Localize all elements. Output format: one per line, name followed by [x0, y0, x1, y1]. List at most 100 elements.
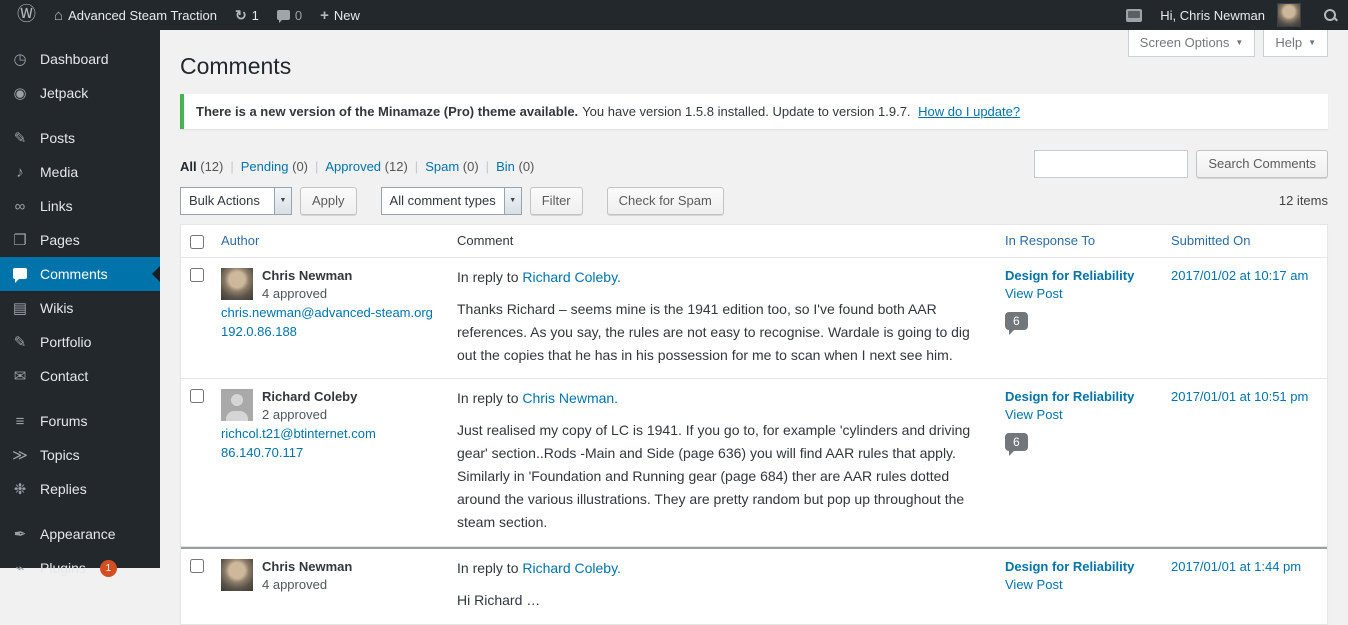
table-row: Chris Newman 4 approved chris.newman@adv… [181, 258, 1327, 380]
screen-icon [1126, 8, 1143, 22]
filter-all[interactable]: All [180, 159, 197, 174]
row-checkbox[interactable] [190, 559, 204, 574]
avatar [221, 389, 253, 422]
jetpack-icon: ◉ [13, 85, 27, 102]
sidebar-item-pages[interactable]: ❐ Pages [0, 223, 160, 257]
comment-types-select[interactable]: All comment types ▼ [380, 186, 522, 215]
filter-bin[interactable]: Bin [496, 159, 515, 174]
menu-separator [0, 393, 160, 404]
home-icon: ⌂ [54, 6, 64, 24]
dashboard-icon: ◷ [13, 51, 27, 68]
comment-count-bubble[interactable]: 6 [1005, 433, 1028, 457]
submitted-date-link[interactable]: 2017/01/01 at 10:51 pm [1171, 389, 1308, 404]
submitted-date-link[interactable]: 2017/01/02 at 10:17 am [1171, 268, 1308, 283]
my-account-link[interactable]: Hi, Chris Newman [1151, 0, 1310, 30]
sidebar-item-topics[interactable]: ≫ Topics [0, 438, 160, 472]
post-title-link[interactable]: Design for Reliability [1005, 389, 1134, 404]
author-ip-link[interactable]: 86.140.70.117 [221, 445, 303, 460]
portfolio-icon: ✎ [13, 334, 27, 351]
row-checkbox[interactable] [190, 389, 204, 404]
in-response-to-column-header[interactable]: In Response To [1005, 233, 1095, 248]
reply-prefix: In reply to [457, 390, 519, 407]
comment-count-bubble[interactable]: 6 [1005, 311, 1028, 335]
posts-icon: ✎ [13, 130, 27, 147]
sidebar-item-dashboard[interactable]: ◷ Dashboard [0, 42, 160, 76]
author-ip-link[interactable]: 192.0.86.188 [221, 324, 297, 339]
how-do-i-update-link[interactable]: How do I update? [918, 104, 1020, 119]
wikis-icon: ▤ [12, 300, 28, 317]
sidebar-item-media[interactable]: ♪ Media [0, 155, 160, 189]
author-name: Richard Coleby [262, 389, 358, 405]
screen-options-button[interactable]: Screen Options ▼ [1127, 30, 1256, 57]
author-email-link[interactable]: richcol.t21@btinternet.com [221, 426, 376, 441]
updates-link[interactable]: ↻ 1 [226, 0, 268, 30]
topics-icon: ≫ [12, 447, 28, 464]
chevron-down-icon: ▼ [1235, 38, 1244, 47]
avatar [221, 267, 253, 300]
author-column-header[interactable]: Author [221, 233, 259, 248]
appearance-icon: ✒ [13, 526, 27, 543]
sidebar-item-forums[interactable]: ≡ Forums [0, 404, 160, 438]
comment-text: Thanks Richard – seems mine is the 1941 … [457, 300, 970, 363]
sidebar-item-appearance[interactable]: ✒ Appearance [0, 517, 160, 551]
search-comments-button[interactable]: Search Comments [1196, 149, 1328, 178]
sidebar-item-wikis[interactable]: ▤ Wikis [0, 291, 160, 325]
menu-separator [0, 110, 160, 121]
notice-text: You have version 1.5.8 installed. Update… [582, 103, 911, 119]
apply-button[interactable]: Apply [300, 186, 357, 215]
wp-logo[interactable]: Ⓦ [8, 0, 45, 30]
sidebar-item-jetpack[interactable]: ◉ Jetpack [0, 76, 160, 110]
chevron-down-icon: ▼ [1308, 38, 1316, 47]
new-content-link[interactable]: + New [311, 0, 369, 30]
row-checkbox[interactable] [190, 267, 204, 282]
view-post-link[interactable]: View Post [1005, 577, 1063, 592]
comment-text: Hi Richard … [457, 592, 541, 609]
sidebar-item-comments[interactable]: Comments [0, 257, 160, 291]
reply-to-link[interactable]: Richard Coleby. [522, 560, 621, 576]
reply-to-link[interactable]: Chris Newman. [522, 390, 618, 406]
links-icon: ∞ [14, 197, 26, 215]
items-count: 12 items [1278, 193, 1328, 209]
comments-icon [10, 266, 30, 283]
sidebar-item-plugins[interactable]: ⌁ Plugins 1 [0, 551, 160, 585]
search-icon[interactable] [1322, 7, 1338, 23]
view-post-link[interactable]: View Post [1005, 286, 1063, 301]
wordpress-icon: Ⓦ [17, 4, 37, 25]
author-email-link[interactable]: chris.newman@advanced-steam.org [221, 305, 433, 320]
table-row: Richard Coleby 2 approved richcol.t21@bt… [181, 379, 1327, 548]
filter-spam[interactable]: Spam [425, 159, 459, 174]
notification-item[interactable] [1117, 0, 1151, 30]
avatar [221, 559, 253, 592]
check-for-spam-button[interactable]: Check for Spam [606, 186, 724, 215]
filter-pending[interactable]: Pending [241, 159, 289, 174]
greeting: Hi, Chris Newman [1160, 7, 1265, 23]
view-post-link[interactable]: View Post [1005, 407, 1063, 422]
search-comments-input[interactable] [1034, 149, 1189, 178]
submitted-date-link[interactable]: 2017/01/01 at 1:44 pm [1171, 559, 1301, 574]
submitted-on-column-header[interactable]: Submitted On [1171, 233, 1251, 248]
post-title-link[interactable]: Design for Reliability [1005, 268, 1134, 283]
sidebar-item-contact[interactable]: ✉ Contact [0, 359, 160, 393]
main-content: Screen Options ▼ Help ▼ Comments There i… [160, 30, 1348, 625]
sidebar-item-posts[interactable]: ✎ Posts [0, 121, 160, 155]
author-name: Chris Newman [262, 559, 353, 575]
comment-column-header: Comment [457, 232, 514, 248]
site-name-link[interactable]: ⌂ Advanced Steam Traction [45, 0, 226, 30]
reply-to-link[interactable]: Richard Coleby. [522, 269, 621, 285]
sidebar-item-replies[interactable]: ❉ Replies [0, 472, 160, 506]
filter-approved[interactable]: Approved [325, 159, 381, 174]
filter-button[interactable]: Filter [529, 186, 583, 215]
help-button[interactable]: Help ▼ [1263, 30, 1328, 57]
plus-icon: + [320, 6, 329, 24]
select-arrow-icon: ▼ [274, 187, 291, 214]
post-title-link[interactable]: Design for Reliability [1005, 559, 1134, 574]
comments-link[interactable]: 0 [268, 0, 311, 30]
bulk-actions-select[interactable]: Bulk Actions ▼ [180, 186, 292, 215]
approved-count: 4 approved [262, 577, 328, 593]
plugins-icon: ⌁ [15, 560, 25, 577]
pages-icon: ❐ [13, 232, 27, 249]
sidebar-item-links[interactable]: ∞ Links [0, 189, 160, 223]
select-all-checkbox[interactable] [190, 234, 204, 249]
select-arrow-icon: ▼ [503, 187, 521, 214]
sidebar-item-portfolio[interactable]: ✎ Portfolio [0, 325, 160, 359]
